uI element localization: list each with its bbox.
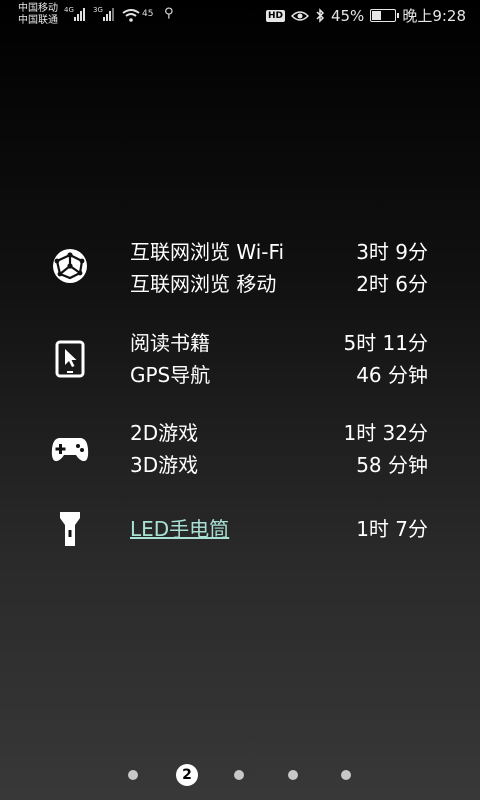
usage-name: 互联网浏览 移动 [130, 272, 277, 296]
usage-name: 阅读书籍 [130, 331, 210, 355]
usb-icon: ⚲ [164, 6, 174, 21]
usage-row: GPS导航 46 分钟 [130, 360, 428, 390]
page-dot[interactable] [288, 770, 298, 780]
page-dot[interactable] [128, 770, 138, 780]
globe-icon [50, 246, 90, 286]
usage-row: 互联网浏览 Wi-Fi 3时 9分 [130, 237, 428, 267]
usage-time: 2时 6分 [356, 272, 428, 296]
usage-row[interactable]: LED手电筒 1时 7分 [130, 514, 428, 544]
tablet-cursor-icon [50, 339, 90, 379]
usage-time: 3时 9分 [356, 240, 428, 264]
network-type-1: 4G [64, 6, 74, 14]
page-indicator: 2 [0, 764, 480, 786]
hd-badge: HD [265, 9, 285, 22]
carrier-2: 中国联通 [18, 15, 58, 26]
usage-row: 2D游戏 1时 32分 [130, 418, 428, 448]
battery-percent: 45% [330, 6, 365, 25]
page-dot[interactable] [234, 770, 244, 780]
usage-time: 1时 32分 [343, 421, 428, 445]
usage-time: 58 分钟 [356, 453, 428, 477]
usage-name: 互联网浏览 Wi-Fi [130, 240, 285, 264]
usage-row: 3D游戏 58 分钟 [130, 450, 428, 480]
usage-time: 5时 11分 [343, 331, 428, 355]
status-bar: 中国移动 中国联通 4G 3G 45 ⚲ HD 45% 晚上9:28 [0, 0, 480, 32]
usage-row: 互联网浏览 移动 2时 6分 [130, 269, 428, 299]
clock: 晚上9:28 [402, 7, 466, 25]
led-flashlight-link[interactable]: LED手电筒 [130, 514, 229, 544]
usage-name: 2D游戏 [130, 421, 199, 445]
battery-icon [370, 9, 400, 22]
right-status-group: HD 45% 晚上9:28 [265, 5, 466, 26]
usage-name: GPS导航 [130, 363, 211, 387]
carrier-1: 中国移动 [18, 3, 58, 14]
wifi-icon [122, 9, 140, 22]
gamepad-icon [50, 429, 90, 469]
page-dot-active[interactable]: 2 [176, 764, 198, 786]
flashlight-icon [50, 509, 90, 549]
network-type-2: 3G [93, 6, 103, 14]
usage-name: 3D游戏 [130, 453, 199, 477]
carrier-names: 中国移动 中国联通 [18, 3, 58, 27]
page-dot[interactable] [341, 770, 351, 780]
usage-time: 1时 7分 [356, 517, 428, 541]
wifi-battery-small: 45 [142, 9, 154, 19]
usage-time: 46 分钟 [356, 363, 428, 387]
eye-icon [290, 10, 309, 21]
usage-row: 阅读书籍 5时 11分 [130, 328, 428, 358]
bluetooth-icon [316, 8, 325, 23]
